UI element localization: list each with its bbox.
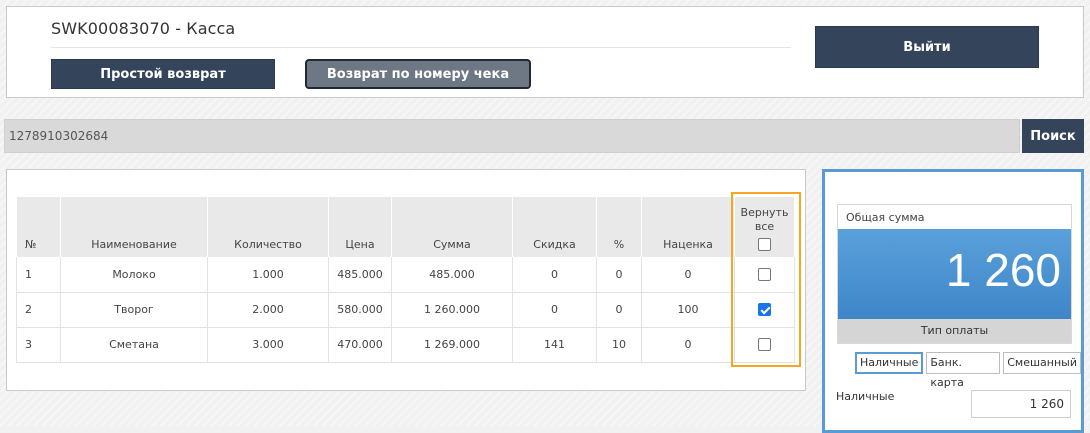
- table-header-row: № Наименование Количество Цена Сумма Ски…: [16, 197, 795, 257]
- header-return-all: Вернуть все: [734, 197, 795, 257]
- row-num: 3: [16, 327, 61, 363]
- title-divider: [51, 47, 791, 48]
- row-return-cell: [734, 257, 795, 293]
- receipt-return-button[interactable]: Возврат по номеру чека: [305, 59, 531, 89]
- return-all-label: Вернуть все: [740, 206, 789, 233]
- row-return-cell: [734, 327, 795, 363]
- row-sum: 1 260.000: [391, 292, 513, 328]
- row-markup: 0: [641, 327, 735, 363]
- row-price: 470.000: [328, 327, 392, 363]
- row-percent: 10: [596, 327, 642, 363]
- total-label: Общая сумма: [838, 205, 1071, 229]
- search-bar: [4, 119, 1020, 153]
- row-qty: 3.000: [207, 327, 329, 363]
- row-discount: 141: [512, 327, 597, 363]
- row-sum: 485.000: [391, 257, 513, 293]
- row-return-cell: [734, 292, 795, 328]
- receipt-search-input[interactable]: [9, 120, 1019, 152]
- row-name: Сметана: [60, 327, 208, 363]
- row-num: 1: [16, 257, 61, 293]
- table-row: 1 Молоко 1.000 485.000 485.000 0 0 0: [16, 257, 795, 293]
- row-return-checkbox[interactable]: [758, 303, 771, 317]
- row-percent: 0: [596, 292, 642, 328]
- exit-button[interactable]: Выйти: [815, 26, 1039, 68]
- row-qty: 2.000: [207, 292, 329, 328]
- row-discount: 0: [512, 292, 597, 328]
- row-markup: 100: [641, 292, 735, 328]
- row-discount: 0: [512, 257, 597, 293]
- header-markup: Наценка: [641, 197, 735, 257]
- tab-bank-card[interactable]: Банк. карта: [926, 352, 1001, 389]
- row-sum: 1 269.000: [391, 327, 513, 363]
- page-title: SWK00083070 - Касса: [51, 19, 236, 38]
- tab-cash[interactable]: Наличные: [855, 352, 924, 374]
- header-sum: Сумма: [391, 197, 513, 257]
- total-card: Общая сумма 1 260 Тип оплаты: [837, 204, 1072, 344]
- header-name: Наименование: [60, 197, 208, 257]
- row-num: 2: [16, 292, 61, 328]
- row-price: 485.000: [328, 257, 392, 293]
- payment-panel: Общая сумма 1 260 Тип оплаты Наличные Ба…: [822, 169, 1084, 433]
- table-row: 3 Сметана 3.000 470.000 1 269.000 141 10…: [16, 327, 795, 363]
- payment-type-label: Тип оплаты: [838, 319, 1071, 343]
- row-markup: 0: [641, 257, 735, 293]
- row-return-checkbox[interactable]: [758, 268, 771, 281]
- header-num: №: [16, 197, 61, 257]
- header-panel: SWK00083070 - Касса Простой возврат Возв…: [6, 6, 1084, 98]
- row-percent: 0: [596, 257, 642, 293]
- total-amount: 1 260: [838, 229, 1071, 319]
- row-return-checkbox[interactable]: [758, 338, 771, 352]
- cash-label: Наличные: [836, 390, 895, 403]
- row-name: Молоко: [60, 257, 208, 293]
- items-table: № Наименование Количество Цена Сумма Ски…: [16, 197, 795, 363]
- return-all-checkbox[interactable]: [758, 238, 771, 251]
- header-discount: Скидка: [512, 197, 597, 257]
- row-name: Творог: [60, 292, 208, 328]
- row-qty: 1.000: [207, 257, 329, 293]
- header-qty: Количество: [207, 197, 329, 257]
- items-panel: № Наименование Количество Цена Сумма Ски…: [6, 169, 806, 391]
- payment-tabs: Наличные Банк. карта Смешанный: [855, 352, 1081, 389]
- cash-amount-input[interactable]: [971, 390, 1071, 418]
- table-row: 2 Творог 2.000 580.000 1 260.000 0 0 100: [16, 292, 795, 328]
- search-button[interactable]: Поиск: [1022, 119, 1084, 153]
- row-price: 580.000: [328, 292, 392, 328]
- simple-return-button[interactable]: Простой возврат: [51, 59, 275, 89]
- header-percent: %: [596, 197, 642, 257]
- tab-mixed[interactable]: Смешанный: [1003, 352, 1081, 374]
- header-price: Цена: [328, 197, 392, 257]
